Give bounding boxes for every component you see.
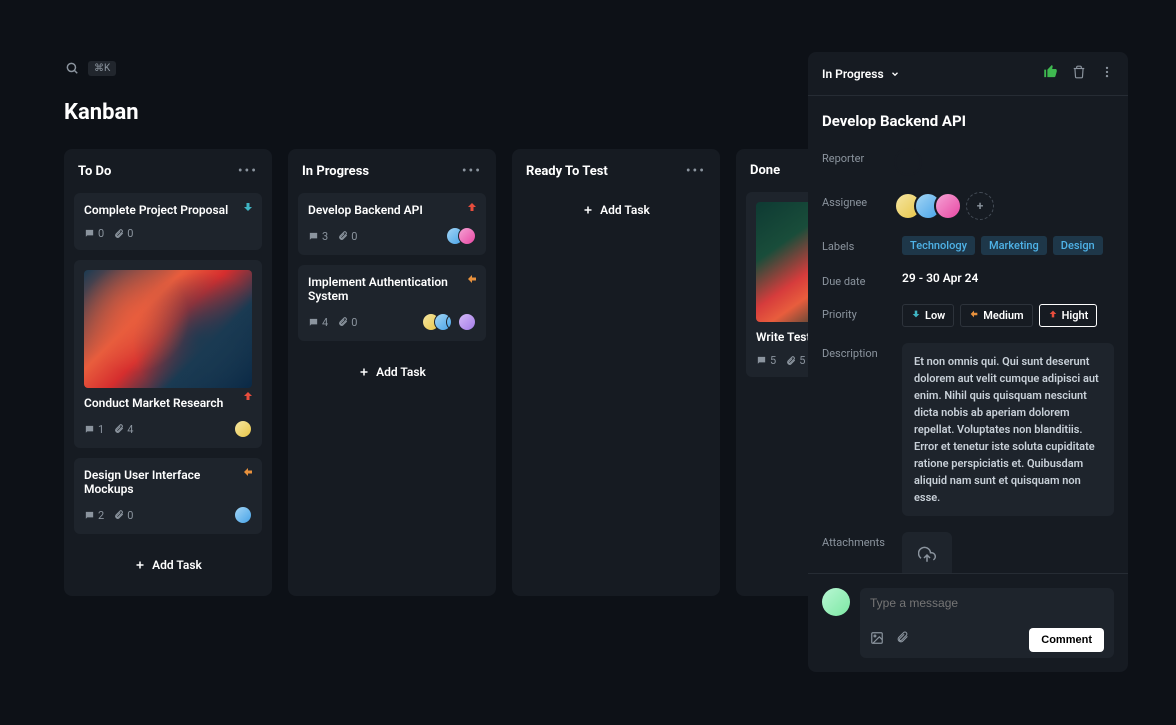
attachments-count: 0 xyxy=(114,509,133,522)
priority-medium-button[interactable]: Medium xyxy=(960,304,1032,327)
chevron-down-icon xyxy=(890,69,900,79)
add-task-button[interactable]: Add Task xyxy=(298,355,486,389)
attachments-count: 0 xyxy=(338,230,357,243)
column-menu-icon[interactable]: ••• xyxy=(686,163,706,179)
field-label-reporter: Reporter xyxy=(822,148,892,165)
avatar xyxy=(458,313,476,331)
due-date-value: 29 - 30 Apr 24 xyxy=(902,271,1114,285)
attachments-count: 4 xyxy=(114,423,133,436)
attachments-count: 0 xyxy=(114,227,133,240)
priority-medium-icon xyxy=(466,273,478,289)
avatar xyxy=(458,227,476,245)
field-label-labels: Labels xyxy=(822,236,892,253)
card[interactable]: Implement Authentication System 4 0 xyxy=(298,265,486,341)
task-detail-panel: In Progress Develop Backend API Reporter… xyxy=(808,52,1128,672)
card[interactable]: Conduct Market Research 1 4 xyxy=(74,260,262,448)
priority-low-button[interactable]: Low xyxy=(902,304,954,327)
more-icon[interactable] xyxy=(1100,65,1114,83)
priority-high-icon xyxy=(242,390,254,406)
column-menu-icon[interactable]: ••• xyxy=(238,163,258,179)
card-title: Conduct Market Research xyxy=(84,396,252,410)
detail-title: Develop Backend API xyxy=(822,112,1114,130)
current-user-avatar xyxy=(822,588,850,616)
field-label-priority: Priority xyxy=(822,304,892,321)
field-label-attachments: Attachments xyxy=(822,532,892,549)
column-menu-icon[interactable]: ••• xyxy=(462,163,482,179)
trash-icon[interactable] xyxy=(1072,65,1086,83)
upload-attachment-button[interactable] xyxy=(902,532,952,573)
comments-count: 3 xyxy=(308,230,328,243)
label-chip[interactable]: Technology xyxy=(902,236,975,255)
column-title: Ready To Test xyxy=(526,164,608,179)
attachment-icon[interactable] xyxy=(896,631,909,649)
like-icon[interactable] xyxy=(1043,64,1058,83)
field-label-assignee: Assignee xyxy=(822,192,892,209)
avatar xyxy=(894,148,922,176)
card[interactable]: Complete Project Proposal 0 0 xyxy=(74,193,262,250)
priority-low-icon xyxy=(242,201,254,217)
attachments-count: 5 xyxy=(786,354,805,367)
card-title: Implement Authentication System xyxy=(308,275,476,303)
column-todo: To Do ••• Complete Project Proposal 0 0 xyxy=(64,149,272,596)
column-title: In Progress xyxy=(302,164,369,179)
comment-button[interactable]: Comment xyxy=(1029,628,1104,652)
label-chip[interactable]: Marketing xyxy=(981,236,1047,255)
comments-count: 5 xyxy=(756,354,776,367)
priority-medium-icon xyxy=(242,466,254,482)
card[interactable]: Design User Interface Mockups 2 0 xyxy=(74,458,262,534)
status-dropdown[interactable]: In Progress xyxy=(822,67,900,81)
avatar xyxy=(234,506,252,524)
kbd-shortcut: ⌘K xyxy=(88,61,116,76)
field-label-description: Description xyxy=(822,343,892,360)
add-task-button[interactable]: Add Task xyxy=(74,548,262,582)
card-title: Complete Project Proposal xyxy=(84,203,252,217)
card-image xyxy=(84,270,252,388)
priority-high-button[interactable]: Hight xyxy=(1039,304,1098,327)
avatar xyxy=(934,192,962,220)
comment-input[interactable] xyxy=(870,596,1104,610)
comments-count: 4 xyxy=(308,316,328,329)
comments-count: 0 xyxy=(84,227,104,240)
card[interactable]: Develop Backend API 3 0 xyxy=(298,193,486,255)
image-icon[interactable] xyxy=(870,631,884,649)
card-title: Design User Interface Mockups xyxy=(84,468,252,496)
avatar xyxy=(234,420,252,438)
search-icon[interactable] xyxy=(64,60,80,76)
column-inprogress: In Progress ••• Develop Backend API 3 0 xyxy=(288,149,496,596)
label-chip[interactable]: Design xyxy=(1053,236,1103,255)
comments-count: 1 xyxy=(84,423,104,436)
cloud-upload-icon xyxy=(918,546,936,564)
column-title: To Do xyxy=(78,164,111,179)
card-title: Develop Backend API xyxy=(308,203,476,217)
column-readytotest: Ready To Test ••• Add Task xyxy=(512,149,720,596)
comments-count: 2 xyxy=(84,509,104,522)
add-assignee-button[interactable]: + xyxy=(966,192,994,220)
field-label-duedate: Due date xyxy=(822,271,892,288)
add-task-button[interactable]: Add Task xyxy=(522,193,710,227)
priority-high-icon xyxy=(466,201,478,217)
description-text: Et non omnis qui. Qui sunt deserunt dolo… xyxy=(902,343,1114,516)
column-title: Done xyxy=(750,163,780,178)
attachments-count: 0 xyxy=(338,316,357,329)
